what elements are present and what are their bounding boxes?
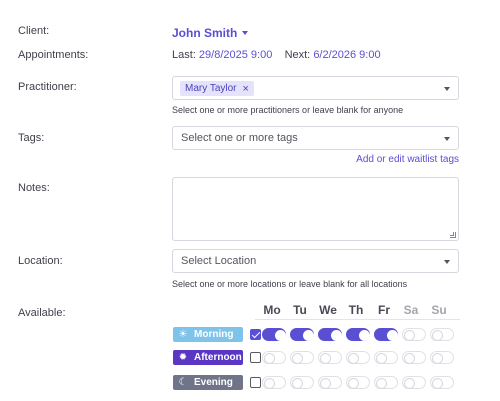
day-toggle-morning-th[interactable] bbox=[346, 328, 370, 341]
remove-chip-icon[interactable]: × bbox=[243, 83, 249, 95]
location-label: Location: bbox=[18, 255, 63, 267]
divider bbox=[255, 319, 460, 320]
next-appointment-link[interactable]: 6/2/2026 9:00 bbox=[313, 49, 380, 61]
day-toggle-morning-fr[interactable] bbox=[374, 328, 398, 341]
tags-placeholder: Select one or more tags bbox=[181, 132, 298, 144]
chevron-down-icon[interactable] bbox=[444, 137, 450, 141]
period-badge-evening: ☾ Evening bbox=[173, 375, 243, 390]
notes-label: Notes: bbox=[18, 182, 50, 194]
location-placeholder: Select Location bbox=[181, 255, 257, 267]
day-toggle-evening-su[interactable] bbox=[430, 376, 454, 389]
location-hint: Select one or more locations or leave bl… bbox=[172, 279, 408, 289]
tags-label: Tags: bbox=[18, 132, 45, 144]
day-header: Mo bbox=[263, 303, 281, 317]
practitioner-chip: Mary Taylor × bbox=[180, 81, 254, 96]
sunrise-icon: ☀ bbox=[178, 329, 188, 340]
day-toggle-evening-mo[interactable] bbox=[262, 376, 286, 389]
resize-handle-icon[interactable] bbox=[450, 232, 456, 238]
practitioner-select[interactable]: Mary Taylor × bbox=[172, 76, 459, 100]
appointments-label: Appointments: bbox=[18, 49, 89, 61]
select-all-checkbox-afternoon[interactable] bbox=[250, 352, 261, 363]
appointments-summary: Last: 29/8/2025 9:00 Next: 6/2/2026 9:00 bbox=[172, 49, 381, 61]
practitioner-hint: Select one or more practitioners or leav… bbox=[172, 105, 404, 115]
notes-textarea[interactable] bbox=[172, 177, 459, 241]
next-label: Next: bbox=[284, 49, 311, 61]
client-label: Client: bbox=[18, 25, 50, 37]
last-label: Last: bbox=[172, 49, 196, 61]
day-header: Tu bbox=[293, 303, 307, 317]
period-badge-morning: ☀ Morning bbox=[173, 327, 243, 342]
period-badge-afternoon: ✹ Afternoon bbox=[173, 350, 243, 365]
day-toggle-afternoon-th[interactable] bbox=[346, 351, 370, 364]
day-header: We bbox=[319, 303, 337, 317]
day-toggle-morning-sa[interactable] bbox=[402, 328, 426, 341]
tags-select[interactable]: Select one or more tags bbox=[172, 126, 459, 150]
day-toggle-afternoon-fr[interactable] bbox=[374, 351, 398, 364]
day-toggle-evening-tu[interactable] bbox=[290, 376, 314, 389]
chevron-down-icon[interactable] bbox=[444, 260, 450, 264]
day-header: Fr bbox=[378, 303, 390, 317]
period-label: Afternoon bbox=[194, 352, 242, 363]
day-toggle-afternoon-su[interactable] bbox=[430, 351, 454, 364]
day-toggle-evening-th[interactable] bbox=[346, 376, 370, 389]
last-appointment-link[interactable]: 29/8/2025 9:00 bbox=[199, 49, 272, 61]
chevron-down-icon bbox=[242, 31, 249, 35]
edit-waitlist-tags-link[interactable]: Add or edit waitlist tags bbox=[356, 154, 459, 165]
day-header: Su bbox=[431, 303, 447, 317]
client-name: John Smith bbox=[172, 26, 238, 40]
day-toggle-evening-sa[interactable] bbox=[402, 376, 426, 389]
day-header: Sa bbox=[403, 303, 419, 317]
client-selector[interactable]: John Smith bbox=[172, 26, 249, 40]
day-toggle-afternoon-mo[interactable] bbox=[262, 351, 286, 364]
day-toggle-afternoon-tu[interactable] bbox=[290, 351, 314, 364]
sun-icon: ✹ bbox=[178, 352, 188, 363]
practitioner-chip-label: Mary Taylor bbox=[185, 83, 237, 94]
moon-icon: ☾ bbox=[178, 377, 188, 388]
practitioner-label: Practitioner: bbox=[18, 81, 77, 93]
day-toggle-afternoon-we[interactable] bbox=[318, 351, 342, 364]
day-header: Th bbox=[348, 303, 364, 317]
period-label: Morning bbox=[194, 329, 234, 340]
day-toggle-morning-su[interactable] bbox=[430, 328, 454, 341]
select-all-checkbox-morning[interactable] bbox=[250, 329, 261, 340]
period-label: Evening bbox=[194, 377, 233, 388]
day-toggle-afternoon-sa[interactable] bbox=[402, 351, 426, 364]
day-headers: Mo Tu We Th Fr Sa Su bbox=[0, 303, 500, 319]
select-all-checkbox-evening[interactable] bbox=[250, 377, 261, 388]
day-toggle-morning-tu[interactable] bbox=[290, 328, 314, 341]
day-toggle-evening-we[interactable] bbox=[318, 376, 342, 389]
day-toggle-morning-we[interactable] bbox=[318, 328, 342, 341]
chevron-down-icon[interactable] bbox=[444, 87, 450, 91]
location-select[interactable]: Select Location bbox=[172, 249, 459, 273]
day-toggle-morning-mo[interactable] bbox=[262, 328, 286, 341]
day-toggle-evening-fr[interactable] bbox=[374, 376, 398, 389]
